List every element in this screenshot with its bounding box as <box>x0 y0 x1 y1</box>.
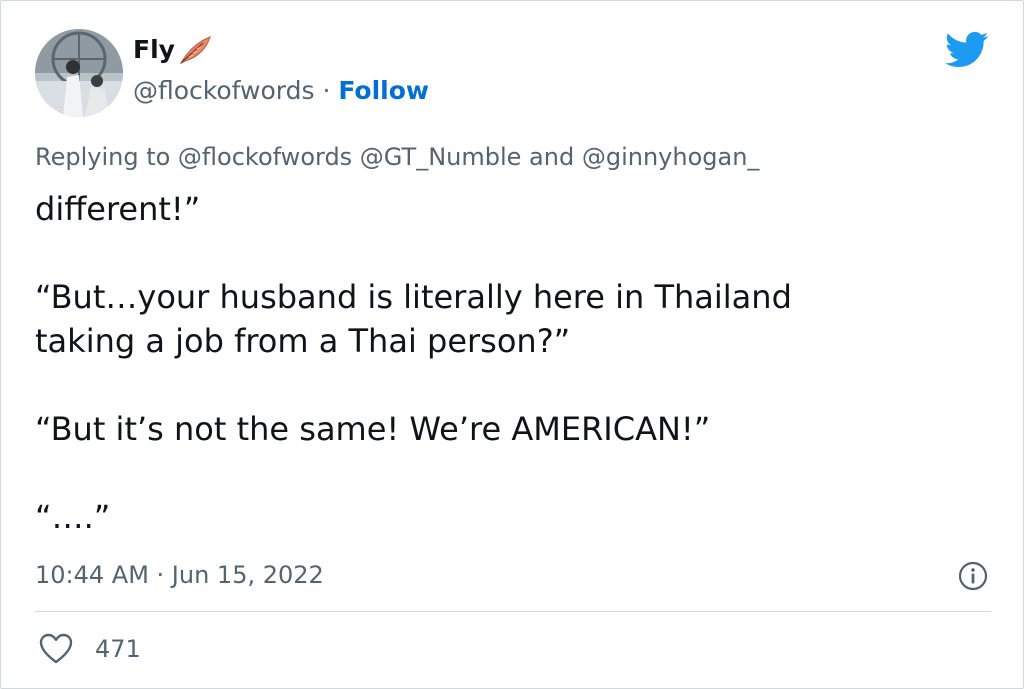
author-info: Fly @flockofwords · Follow <box>133 35 429 106</box>
author-handle[interactable]: @flockofwords <box>133 76 315 105</box>
tweet-body: different!” “But…your husband is literal… <box>35 187 975 539</box>
like-action[interactable]: 471 <box>39 631 141 667</box>
heart-icon[interactable] <box>39 633 73 665</box>
twitter-bird-icon[interactable] <box>945 31 989 69</box>
author-handle-row: @flockofwords · Follow <box>133 76 429 106</box>
tweet-text-line: different!” <box>35 190 201 228</box>
author-display-name-row[interactable]: Fly <box>133 35 429 65</box>
tweet-text-line: “….” <box>35 498 111 536</box>
author-display-name[interactable]: Fly <box>133 35 175 65</box>
info-icon[interactable] <box>957 560 989 592</box>
tweet-text-line: “But…your husband is literally here in T… <box>35 278 792 360</box>
divider <box>35 611 991 612</box>
avatar[interactable] <box>35 29 123 117</box>
feather-icon <box>177 35 213 65</box>
tweet-card: Fly @flockofwords · Follow Replying to @… <box>0 0 1024 689</box>
tweet-text-line: “But it’s not the same! We’re AMERICAN!” <box>35 410 711 448</box>
tweet-header: Fly @flockofwords · Follow <box>35 29 993 119</box>
handle-separator: · <box>314 76 339 105</box>
follow-button[interactable]: Follow <box>338 76 429 105</box>
like-count: 471 <box>95 635 141 663</box>
tweet-timestamp[interactable]: 10:44 AM · Jun 15, 2022 <box>35 557 324 593</box>
reply-context: Replying to @flockofwords @GT_Numble and… <box>35 143 760 171</box>
